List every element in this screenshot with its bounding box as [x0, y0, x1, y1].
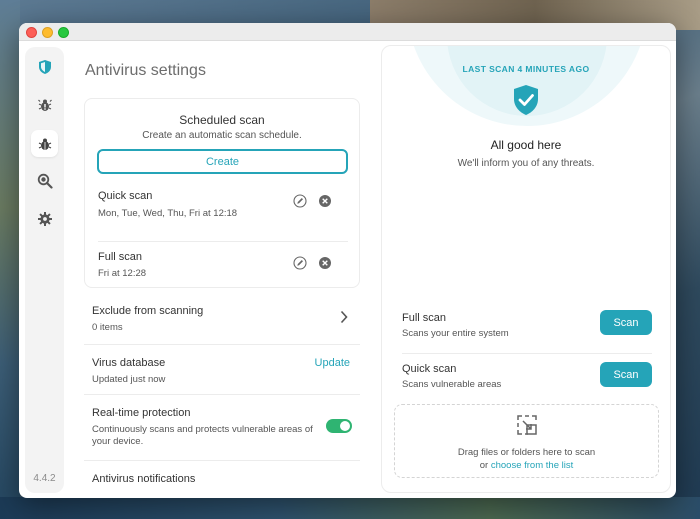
quick-scan-title: Quick scan	[402, 363, 457, 375]
delete-icon[interactable]	[318, 194, 332, 208]
realtime-protection-title: Real-time protection	[92, 407, 191, 419]
scheduled-scan-title: Scheduled scan	[179, 113, 265, 127]
realtime-protection-row: Real-time protection Continuously scans …	[84, 395, 360, 461]
toggle-knob	[340, 421, 350, 431]
create-schedule-button[interactable]: Create	[97, 149, 348, 174]
status-message: We'll inform you of any threats.	[457, 158, 595, 169]
choose-from-list-link[interactable]: choose from the list	[491, 460, 573, 471]
virus-database-title: Virus database	[92, 357, 166, 369]
sidebar-item-settings[interactable]	[31, 205, 58, 232]
sidebar-item-scan[interactable]	[31, 167, 58, 194]
full-scan-title: Full scan	[402, 312, 447, 324]
desktop-background-left	[0, 0, 20, 519]
schedule-item-quick-scan: Quick scan Mon, Tue, Wed, Thu, Fri at 12…	[98, 186, 348, 242]
app-version: 4.4.2	[33, 473, 56, 484]
drop-files-icon	[517, 415, 537, 435]
scan-status-panel: LAST SCAN 4 MINUTES AGO All good here We…	[381, 45, 671, 493]
last-scan-label: LAST SCAN 4 MINUTES AGO	[462, 64, 590, 74]
schedule-days: Mon, Tue, Wed, Thu, Fri at 12:18	[98, 208, 238, 219]
realtime-protection-description: Continuously scans and protects vulnerab…	[92, 424, 313, 447]
sidebar: 4.4.2	[25, 47, 64, 493]
antivirus-settings-panel: Antivirus settings Scheduled scan Create…	[74, 41, 374, 498]
shield-check-icon	[514, 85, 538, 115]
schedule-item-full-scan: Full scan Fri at 12:28	[98, 242, 348, 298]
scheduled-scan-subtitle: Create an automatic scan schedule.	[142, 130, 302, 141]
window-zoom-button[interactable]	[58, 27, 69, 38]
edit-icon[interactable]	[293, 256, 307, 270]
realtime-protection-toggle[interactable]	[326, 419, 352, 433]
window-close-button[interactable]	[26, 27, 37, 38]
shield-icon	[38, 59, 51, 74]
status-headline: All good here	[490, 138, 562, 152]
exclude-title: Exclude from scanning	[92, 305, 204, 317]
drop-zone-instructions: Drag files or folders here to scan	[457, 447, 596, 458]
delete-icon[interactable]	[318, 256, 332, 270]
update-database-link[interactable]: Update	[315, 357, 350, 369]
search-bug-icon	[37, 173, 53, 189]
sidebar-item-threats[interactable]	[31, 91, 58, 118]
window-minimize-button[interactable]	[42, 27, 53, 38]
virus-database-status: Updated just now	[92, 374, 166, 385]
app-window: 4.4.2 Antivirus settings Scheduled scan …	[19, 23, 676, 498]
drop-zone-or: or	[479, 460, 491, 471]
scheduled-scan-card: Scheduled scan Create an automatic scan …	[84, 98, 360, 288]
schedule-name: Full scan	[98, 251, 143, 263]
sidebar-item-protection[interactable]	[31, 53, 58, 80]
antivirus-notifications-title: Antivirus notifications	[92, 473, 196, 485]
file-drop-zone[interactable]: Drag files or folders here to scan or ch…	[394, 404, 659, 478]
full-scan-row: Full scan Scans your entire system Scan	[402, 304, 652, 354]
bug-icon	[38, 138, 51, 150]
full-scan-button[interactable]: Scan	[600, 310, 652, 335]
quick-scan-row: Quick scan Scans vulnerable areas Scan	[402, 355, 652, 405]
sidebar-item-antivirus[interactable]	[31, 130, 58, 157]
title-bar	[19, 23, 676, 41]
full-scan-description: Scans your entire system	[402, 328, 509, 339]
schedule-days: Fri at 12:28	[98, 268, 147, 279]
gear-icon	[37, 211, 52, 226]
exclude-count: 0 items	[92, 322, 123, 333]
antivirus-notifications-row[interactable]: Antivirus notifications	[84, 461, 360, 498]
quick-scan-description: Scans vulnerable areas	[402, 379, 502, 390]
bug-alert-icon	[37, 99, 52, 111]
exclude-from-scanning-row[interactable]: Exclude from scanning 0 items	[84, 293, 360, 345]
schedule-name: Quick scan	[98, 190, 153, 202]
page-title: Antivirus settings	[85, 62, 206, 79]
virus-database-row: Virus database Updated just now Update	[84, 345, 360, 395]
chevron-right-icon	[340, 310, 348, 324]
desktop-background-sea	[0, 497, 700, 519]
quick-scan-button[interactable]: Scan	[600, 362, 652, 387]
drop-zone-alternative: or choose from the list	[395, 460, 658, 471]
edit-icon[interactable]	[293, 194, 307, 208]
